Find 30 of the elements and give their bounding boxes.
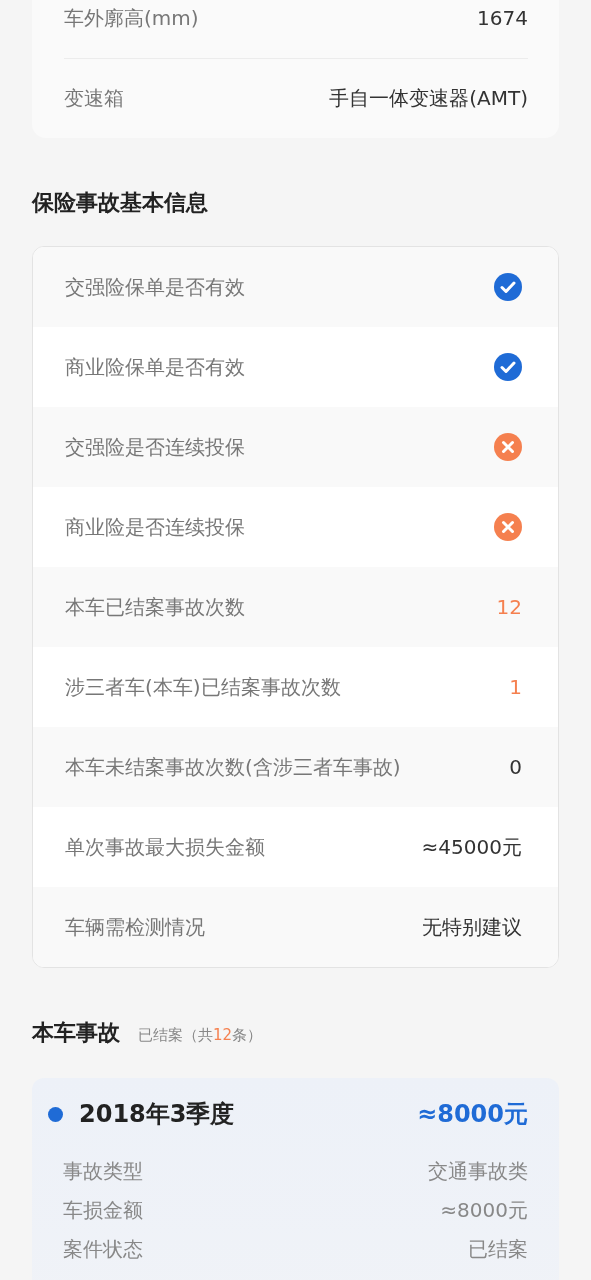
spec-value: 手自一体变速器(AMT) (329, 85, 528, 112)
info-label: 本车已结案事故次数 (65, 593, 245, 621)
info-value: 无特别建议 (422, 913, 522, 941)
bullet-icon (48, 1106, 63, 1122)
info-value: 0 (509, 755, 522, 779)
section-title: 保险事故基本信息 (32, 189, 209, 217)
info-label: 商业险是否连续投保 (65, 513, 245, 541)
spec-value: 1674 (477, 6, 528, 30)
info-value: ≈45000元 (421, 833, 522, 861)
accident-period: 2018年3季度 (79, 1099, 236, 1130)
info-label: 交强险是否连续投保 (65, 433, 245, 461)
info-label: 商业险保单是否有效 (65, 353, 245, 381)
accident-amount: ≈8000元 (417, 1099, 528, 1130)
section-title: 本车事故 (32, 1019, 120, 1047)
detail-label: 案件状态 (63, 1236, 143, 1263)
detail-value: 已结案 (468, 1236, 528, 1263)
info-label: 涉三者车(本车)已结案事故次数 (65, 673, 341, 701)
info-value: 12 (496, 595, 522, 619)
spec-label: 变速箱 (64, 85, 124, 112)
detail-label: 事故类型 (63, 1158, 143, 1185)
info-value: 1 (509, 675, 522, 699)
info-label: 本车未结案事故次数(含涉三者车事故) (65, 753, 401, 781)
record-count: 已结案（共12条） (138, 1026, 263, 1045)
info-label: 交强险保单是否有效 (65, 273, 245, 301)
spec-label: 车外廓高(mm) (64, 4, 199, 32)
info-label: 单次事故最大损失金额 (65, 833, 265, 861)
detail-value: 交通事故类 (428, 1158, 528, 1185)
detail-label: 车损金额 (63, 1197, 143, 1224)
info-label: 车辆需检测情况 (65, 913, 205, 941)
detail-value: ≈8000元 (440, 1197, 528, 1224)
